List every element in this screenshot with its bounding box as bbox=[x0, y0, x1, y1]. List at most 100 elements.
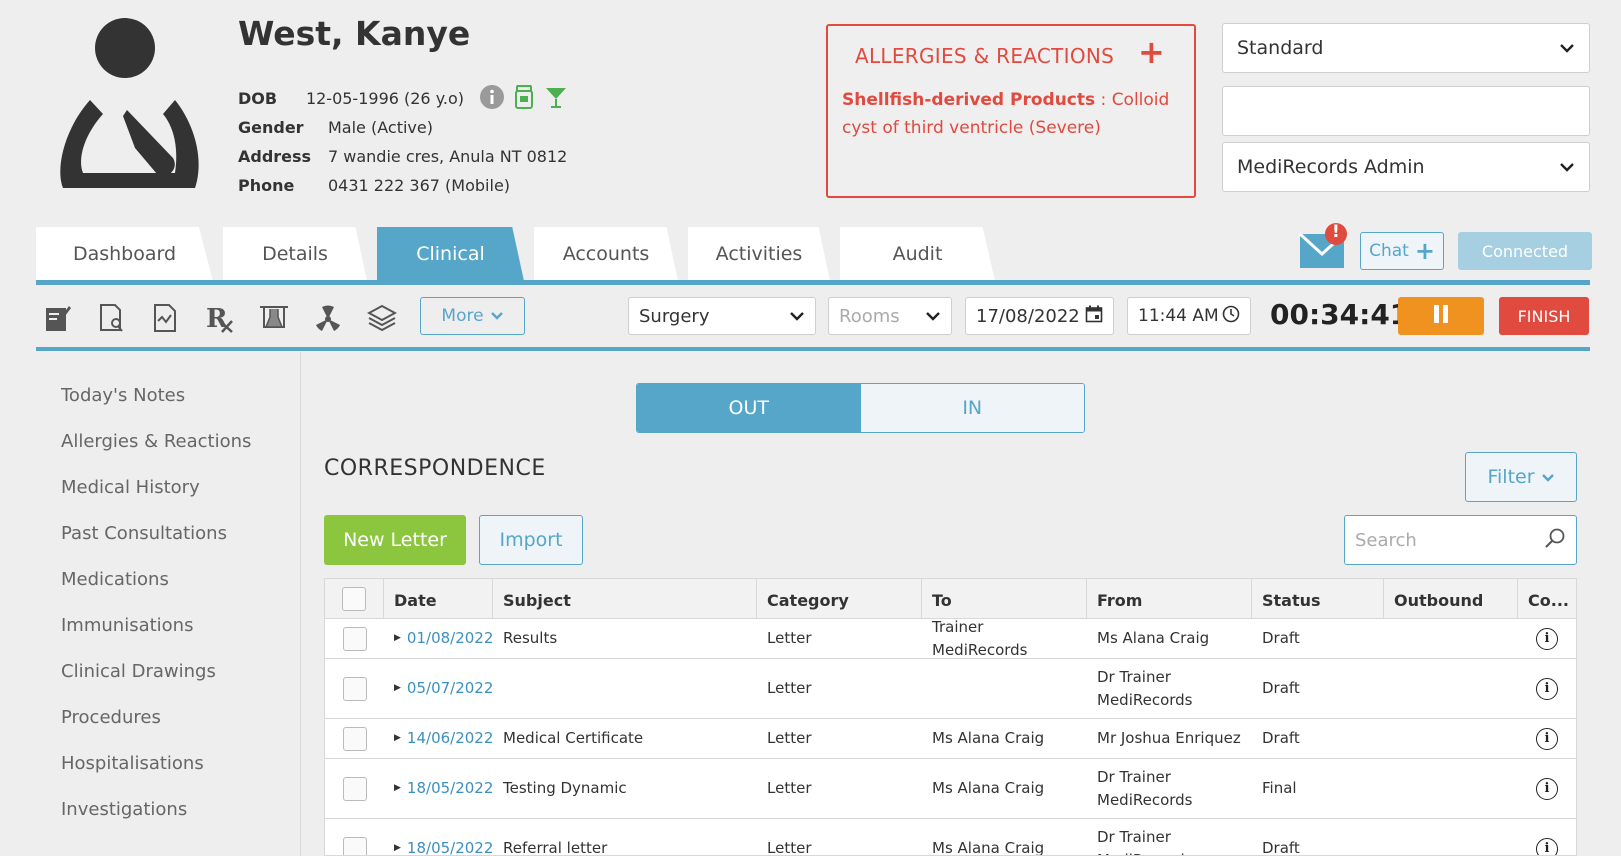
col-category[interactable]: Category bbox=[757, 579, 922, 618]
date-cell[interactable]: ▶ 01/08/2022 bbox=[384, 619, 493, 658]
blank-field[interactable] bbox=[1222, 86, 1590, 136]
finish-button[interactable]: FINISH bbox=[1499, 297, 1589, 335]
sidebar-item-procedures[interactable]: Procedures bbox=[61, 707, 161, 728]
filter-button[interactable]: Filter bbox=[1465, 452, 1577, 502]
prescription-icon[interactable]: R bbox=[202, 300, 238, 336]
location-select[interactable]: Surgery bbox=[628, 297, 816, 335]
table-row[interactable]: ▶ 18/05/2022 Testing Dynamic Letter Ms Alana… bbox=[325, 759, 1576, 819]
tab-audit[interactable]: Audit bbox=[840, 227, 995, 281]
search-icon[interactable] bbox=[1544, 527, 1566, 553]
document-search-icon[interactable] bbox=[94, 300, 130, 336]
row-checkbox-cell bbox=[325, 719, 384, 758]
sidebar-item-medical-history[interactable]: Medical History bbox=[61, 477, 200, 498]
expand-row-icon[interactable]: ▶ bbox=[394, 627, 401, 650]
info-circle-icon[interactable]: i bbox=[1536, 627, 1558, 650]
clock-icon[interactable] bbox=[1222, 305, 1240, 328]
sidebar-item-investigations[interactable]: Investigations bbox=[61, 799, 187, 820]
report-icon[interactable] bbox=[148, 300, 184, 336]
date-link[interactable]: 18/05/2022 bbox=[407, 777, 493, 800]
main-tabs: Dashboard Details Clinical Accounts Acti… bbox=[36, 227, 1005, 281]
chat-button[interactable]: Chat + bbox=[1360, 232, 1444, 270]
allergy-entry[interactable]: Shellfish-derived Products : Colloid cys… bbox=[842, 86, 1187, 142]
info-icon[interactable] bbox=[480, 84, 504, 113]
status-cell-text: Draft bbox=[1262, 629, 1300, 647]
expand-row-icon[interactable]: ▶ bbox=[394, 837, 401, 855]
info-circle-icon[interactable]: i bbox=[1536, 727, 1558, 750]
time-field[interactable]: 11:44 AM bbox=[1127, 297, 1251, 335]
row-checkbox[interactable] bbox=[342, 776, 367, 801]
tab-clinical[interactable]: Clinical bbox=[377, 227, 524, 281]
col-date[interactable]: Date bbox=[384, 579, 493, 618]
outbound-cell bbox=[1384, 719, 1518, 758]
row-checkbox[interactable] bbox=[342, 836, 367, 855]
info-circle-icon[interactable]: i bbox=[1536, 837, 1558, 855]
info-circle-icon[interactable]: i bbox=[1536, 777, 1558, 800]
col-comments[interactable]: Co... bbox=[1518, 579, 1576, 618]
table-row[interactable]: ▶ 14/06/2022 Medical Certificate Letter Ms A… bbox=[325, 719, 1576, 759]
layers-icon[interactable] bbox=[364, 300, 400, 336]
new-letter-button[interactable]: New Letter bbox=[324, 515, 466, 565]
rooms-select[interactable]: Rooms bbox=[828, 297, 952, 335]
col-status[interactable]: Status bbox=[1252, 579, 1384, 618]
date-link[interactable]: 01/08/2022 bbox=[407, 627, 493, 650]
table-header: Date Subject Category To From Status Out… bbox=[325, 579, 1576, 619]
sidebar-item-clinical-drawings[interactable]: Clinical Drawings bbox=[61, 661, 216, 682]
col-to[interactable]: To bbox=[922, 579, 1087, 618]
more-button[interactable]: More bbox=[420, 297, 525, 335]
category-cell-text: Letter bbox=[767, 779, 812, 797]
sidebar-item-medications[interactable]: Medications bbox=[61, 569, 169, 590]
date-link[interactable]: 14/06/2022 bbox=[407, 727, 493, 750]
date-cell[interactable]: ▶ 14/06/2022 bbox=[384, 719, 493, 758]
expand-row-icon[interactable]: ▶ bbox=[394, 677, 401, 700]
sidebar-item-hospitalisations[interactable]: Hospitalisations bbox=[61, 753, 204, 774]
col-subject[interactable]: Subject bbox=[493, 579, 757, 618]
table-row[interactable]: ▶ 18/05/2022 Referral letter Letter Ms Alana… bbox=[325, 819, 1576, 856]
row-checkbox-cell bbox=[325, 619, 384, 658]
connected-button[interactable]: Connected bbox=[1458, 232, 1592, 270]
date-link[interactable]: 05/07/2022 bbox=[407, 677, 493, 700]
from-cell: Dr Trainer MediRecords bbox=[1087, 659, 1252, 718]
search-input[interactable] bbox=[1355, 529, 1535, 551]
tab-activities[interactable]: Activities bbox=[688, 227, 830, 281]
lab-flask-icon[interactable] bbox=[256, 300, 292, 336]
info-circle-icon[interactable]: i bbox=[1536, 677, 1558, 700]
radiation-icon[interactable] bbox=[310, 300, 346, 336]
toggle-out[interactable]: OUT bbox=[637, 384, 861, 432]
pill-bottle-icon[interactable] bbox=[514, 84, 534, 113]
expand-row-icon[interactable]: ▶ bbox=[394, 727, 401, 750]
sidebar-item-immunisations[interactable]: Immunisations bbox=[61, 615, 193, 636]
toggle-in[interactable]: IN bbox=[860, 384, 1084, 432]
col-from[interactable]: From bbox=[1087, 579, 1252, 618]
template-select[interactable]: Standard bbox=[1222, 23, 1590, 73]
date-link[interactable]: 18/05/2022 bbox=[407, 837, 493, 855]
user-select[interactable]: MediRecords Admin bbox=[1222, 142, 1590, 192]
add-allergy-button[interactable]: + bbox=[1138, 36, 1165, 68]
status-cell-text: Draft bbox=[1262, 839, 1300, 856]
sidebar-item-allergies[interactable]: Allergies & Reactions bbox=[61, 431, 251, 452]
table-row[interactable]: ▶ 05/07/2022 Letter Dr Trainer MediRecords D… bbox=[325, 659, 1576, 719]
date-cell[interactable]: ▶ 18/05/2022 bbox=[384, 759, 493, 818]
import-button[interactable]: Import bbox=[479, 515, 583, 565]
expand-row-icon[interactable]: ▶ bbox=[394, 777, 401, 800]
date-field[interactable]: 17/08/2022 bbox=[965, 297, 1114, 335]
alcohol-icon[interactable] bbox=[544, 85, 568, 113]
sidebar-item-past-consultations[interactable]: Past Consultations bbox=[61, 523, 227, 544]
row-checkbox[interactable] bbox=[342, 676, 367, 701]
calendar-icon[interactable] bbox=[1085, 305, 1103, 328]
date-cell[interactable]: ▶ 18/05/2022 bbox=[384, 819, 493, 855]
mail-button[interactable]: ! bbox=[1298, 222, 1348, 272]
col-outbound[interactable]: Outbound bbox=[1384, 579, 1518, 618]
notes-icon[interactable] bbox=[40, 300, 76, 336]
row-checkbox[interactable] bbox=[342, 626, 367, 651]
chevron-down-icon bbox=[1559, 156, 1575, 178]
row-checkbox[interactable] bbox=[342, 726, 367, 751]
table-row[interactable]: ▶ 01/08/2022 Results Letter Trainer MediReco… bbox=[325, 619, 1576, 659]
tab-details[interactable]: Details bbox=[223, 227, 367, 281]
comments-cell: i bbox=[1518, 819, 1576, 855]
sidebar-item-todays-notes[interactable]: Today's Notes bbox=[61, 385, 185, 406]
date-cell[interactable]: ▶ 05/07/2022 bbox=[384, 659, 493, 718]
pause-button[interactable] bbox=[1398, 297, 1484, 335]
select-all-checkbox[interactable] bbox=[342, 586, 366, 611]
tab-accounts[interactable]: Accounts bbox=[534, 227, 678, 281]
tab-dashboard[interactable]: Dashboard bbox=[36, 227, 213, 281]
